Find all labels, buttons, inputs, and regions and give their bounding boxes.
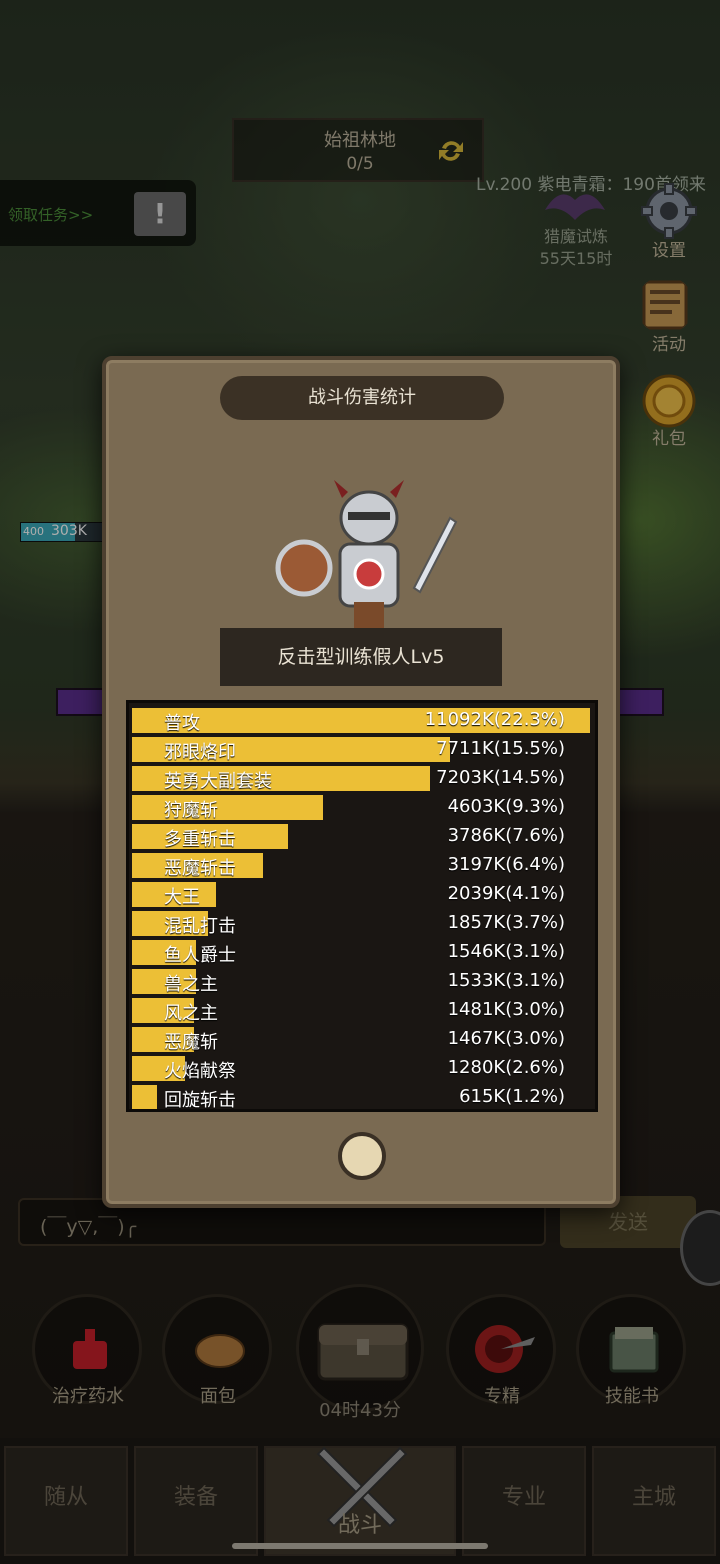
stat-value: 7711K(15.5%) [436, 738, 565, 759]
stat-row: 普攻 11092K(22.3%) [129, 706, 595, 734]
stat-value: 615K(1.2%) [459, 1086, 565, 1107]
stat-name: 邪眼烙印 [164, 742, 236, 763]
stat-bar [132, 1085, 157, 1109]
stat-value: 7203K(14.5%) [436, 767, 565, 788]
stat-name: 普攻 [164, 713, 200, 734]
stat-row: 狩魔斩 4603K(9.3%) [129, 793, 595, 821]
stat-name: 英勇大副套装 [164, 771, 272, 792]
stat-row: 风之主 1481K(3.0%) [129, 996, 595, 1024]
close-button[interactable] [338, 1132, 386, 1180]
dialog-title: 战斗伤害统计 [220, 376, 504, 420]
stat-value: 3786K(7.6%) [447, 825, 565, 846]
stat-name: 混乱打击 [164, 916, 236, 937]
stat-row: 恶魔斩击 3197K(6.4%) [129, 851, 595, 879]
stat-row: 回旋斩击 615K(1.2%) [129, 1083, 595, 1111]
stat-row: 大王 2039K(4.1%) [129, 880, 595, 908]
stat-value: 1546K(3.1%) [447, 941, 565, 962]
stat-value: 11092K(22.3%) [424, 709, 565, 730]
stat-name: 狩魔斩 [164, 800, 218, 821]
stat-value: 3197K(6.4%) [447, 854, 565, 875]
stat-row: 多重斩击 3786K(7.6%) [129, 822, 595, 850]
stat-name: 兽之主 [164, 974, 218, 995]
damage-stats-dialog: 战斗伤害统计 反击型训练假人Lv5 普攻 11092K(22.3%) 邪眼烙印 771… [102, 356, 620, 1208]
stat-value: 2039K(4.1%) [447, 883, 565, 904]
stat-value: 1857K(3.7%) [447, 912, 565, 933]
stat-name: 风之主 [164, 1003, 218, 1024]
stat-name: 恶魔斩 [164, 1032, 218, 1053]
stat-row: 混乱打击 1857K(3.7%) [129, 909, 595, 937]
stat-bar [132, 795, 323, 820]
stat-row: 邪眼烙印 7711K(15.5%) [129, 735, 595, 763]
stat-name: 鱼人爵士 [164, 945, 236, 966]
stat-name: 回旋斩击 [164, 1090, 236, 1111]
stat-row: 鱼人爵士 1546K(3.1%) [129, 938, 595, 966]
target-name: 反击型训练假人Lv5 [220, 628, 502, 686]
stat-row: 火焰献祭 1280K(2.6%) [129, 1054, 595, 1082]
stat-value: 4603K(9.3%) [447, 796, 565, 817]
stat-name: 火焰献祭 [164, 1061, 236, 1082]
stat-row: 恶魔斩 1467K(3.0%) [129, 1025, 595, 1053]
training-dummy-image [275, 480, 458, 632]
stat-value: 1467K(3.0%) [447, 1028, 565, 1049]
stat-value: 1481K(3.0%) [447, 999, 565, 1020]
stat-name: 恶魔斩击 [164, 858, 236, 879]
stat-value: 1533K(3.1%) [447, 970, 565, 991]
stat-row: 英勇大副套装 7203K(14.5%) [129, 764, 595, 792]
stat-name: 多重斩击 [164, 829, 236, 850]
damage-stats-list[interactable]: 普攻 11092K(22.3%) 邪眼烙印 7711K(15.5%) 英勇大副套装 720… [126, 700, 598, 1112]
stat-name: 大王 [164, 887, 200, 908]
stat-value: 1280K(2.6%) [447, 1057, 565, 1078]
stat-row: 兽之主 1533K(3.1%) [129, 967, 595, 995]
